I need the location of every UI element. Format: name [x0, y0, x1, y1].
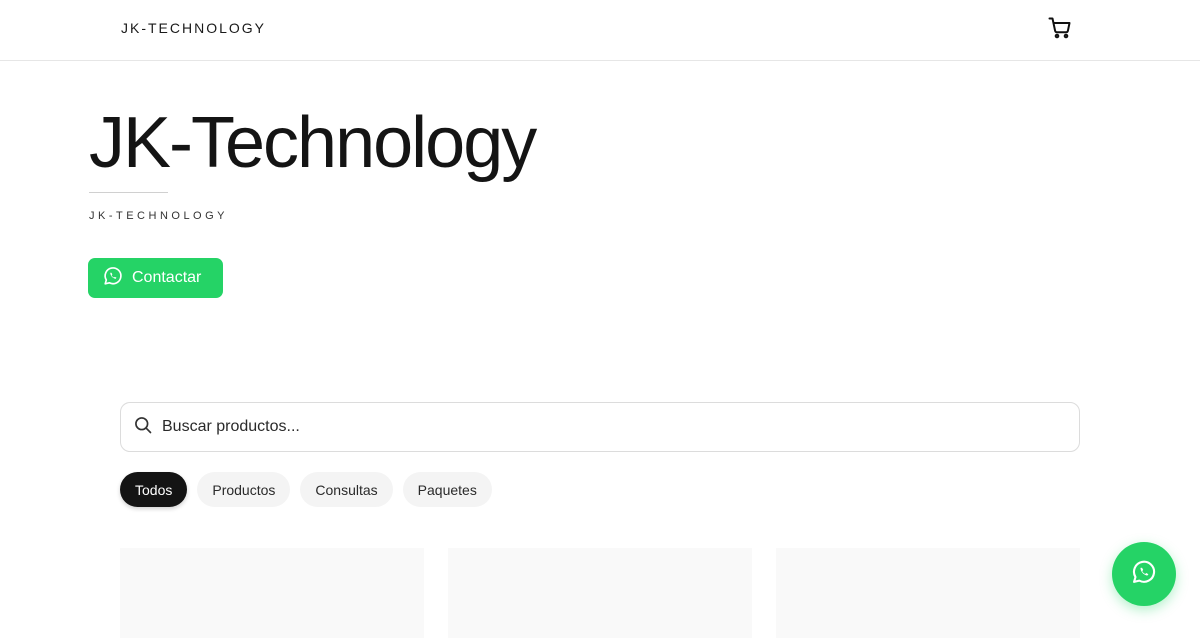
hero-subtitle: JK-TECHNOLOGY — [89, 210, 229, 222]
cart-button[interactable] — [1046, 17, 1074, 43]
filter-chip-paquetes[interactable]: Paquetes — [402, 472, 492, 507]
contact-button-label: Contactar — [132, 269, 202, 286]
hero-divider — [89, 192, 168, 193]
top-navbar: JK-TECHNOLOGY — [0, 0, 1200, 61]
hero-title: JK-Technology — [89, 103, 537, 183]
whatsapp-floating-button[interactable] — [1112, 542, 1176, 606]
search-bar — [120, 402, 1080, 452]
product-card[interactable] — [776, 548, 1080, 638]
search-input[interactable] — [162, 418, 1042, 436]
filter-chip-consultas[interactable]: Consultas — [300, 472, 393, 507]
whatsapp-icon — [1130, 558, 1158, 591]
shopping-cart-icon — [1048, 16, 1072, 45]
whatsapp-icon — [102, 265, 124, 292]
search-icon — [133, 415, 153, 440]
category-filters: Todos Productos Consultas Paquetes — [120, 472, 492, 507]
brand-name[interactable]: JK-TECHNOLOGY — [121, 20, 266, 36]
filter-chip-todos[interactable]: Todos — [120, 472, 188, 507]
filter-chip-productos[interactable]: Productos — [197, 472, 291, 507]
product-card[interactable] — [448, 548, 752, 638]
product-card[interactable] — [120, 548, 424, 638]
contact-button[interactable]: Contactar — [88, 258, 223, 298]
